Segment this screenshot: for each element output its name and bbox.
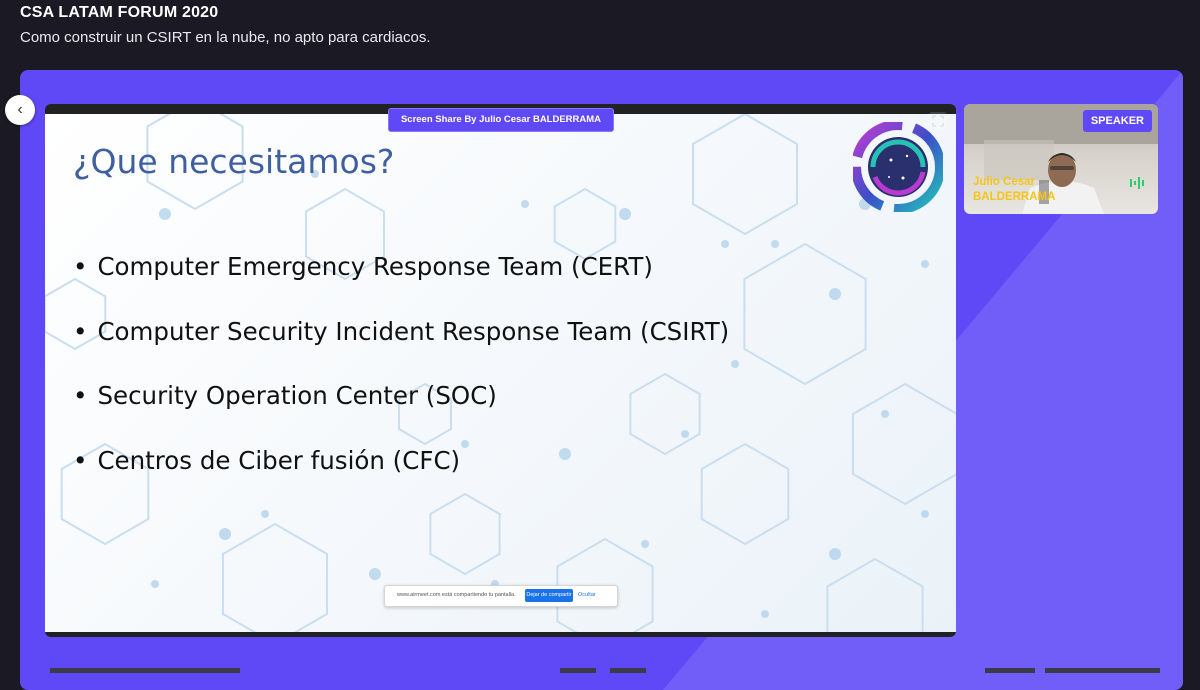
screen-sharing-notification: www.airmeet.com está compartiendo tu pan…: [384, 585, 618, 607]
network-node-dot: [159, 208, 171, 220]
network-node-dot: [731, 360, 739, 368]
hexagon-shape: [852, 382, 956, 506]
hexagon-shape: [222, 522, 328, 632]
fullscreen-icon: [932, 115, 944, 127]
screen-share-frame: ¿Que necesitamos? • Computer Emergency Re…: [45, 104, 956, 637]
slide-bullet-text: Computer Emergency Response Team (CERT): [97, 252, 653, 281]
collapse-panel-button[interactable]: ‹: [5, 95, 35, 125]
network-node-dot: [721, 240, 729, 248]
hide-notification-link[interactable]: Ocultar: [578, 592, 596, 598]
hexagon-shape: [826, 557, 924, 632]
hexagon-shape: [553, 187, 617, 261]
speaker-name: Julio Cesar BALDERRAMA: [973, 175, 1055, 205]
network-node-dot: [261, 510, 269, 518]
speaker-first-name: Julio Cesar: [973, 176, 1035, 188]
network-node-dot: [921, 260, 929, 268]
network-node-dot: [151, 580, 159, 588]
speaker-last-name: BALDERRAMA: [973, 191, 1056, 203]
hexagon-shape: [692, 114, 798, 236]
network-node-dot: [521, 200, 529, 208]
slide-bullet-text: Security Operation Center (SOC): [97, 381, 497, 410]
stop-sharing-button[interactable]: Dejar de compartir: [525, 589, 573, 602]
slide-bullet: • Computer Security Incident Response Tea…: [73, 316, 730, 346]
slide-bullet-text: Computer Security Incident Response Team…: [97, 316, 730, 346]
slide-bullet: • Computer Emergency Response Team (CERT): [73, 252, 653, 281]
network-node-dot: [641, 540, 649, 548]
network-node-dot: [829, 548, 841, 560]
presentation-slide: ¿Que necesitamos? • Computer Emergency Re…: [45, 114, 956, 632]
bottom-toolbar-edge: [50, 668, 1160, 673]
network-node-dot: [219, 528, 231, 540]
network-node-dot: [771, 240, 779, 248]
hexagon-shape: [743, 242, 867, 386]
slide-bullet-list: • Computer Emergency Response Team (CERT)…: [73, 252, 729, 510]
slide-bullet-text: Centros de Ciber fusión (CFC): [97, 445, 461, 475]
share-notification-text: www.airmeet.com está compartiendo tu pan…: [397, 592, 516, 598]
speaker-badge: SPEAKER: [1082, 110, 1152, 132]
screen-share-badge: Screen Share By Julio Cesar BALDERRAMA: [388, 108, 614, 132]
network-node-dot: [921, 510, 929, 518]
event-title: CSA LATAM FORUM 2020: [20, 4, 219, 21]
slide-bullet: • Security Operation Center (SOC): [73, 381, 497, 410]
slide-title: ¿Que necesitamos?: [73, 142, 395, 181]
network-node-dot: [369, 568, 381, 580]
fullscreen-button[interactable]: [929, 112, 947, 130]
network-node-dot: [829, 288, 841, 300]
network-node-dot: [881, 410, 889, 418]
slide-bullet: • Centros de Ciber fusión (CFC): [73, 445, 461, 475]
chevron-left-icon: ‹: [17, 101, 23, 118]
swirl-logo: [853, 122, 943, 212]
network-node-dot: [619, 208, 631, 220]
session-subtitle: Como construir un CSIRT en la nube, no a…: [20, 29, 431, 46]
network-node-dot: [761, 610, 769, 618]
speaker-video-tile[interactable]: SPEAKER Julio Cesar BALDERRAMA: [964, 104, 1158, 214]
audio-level-icon: [1130, 177, 1144, 189]
